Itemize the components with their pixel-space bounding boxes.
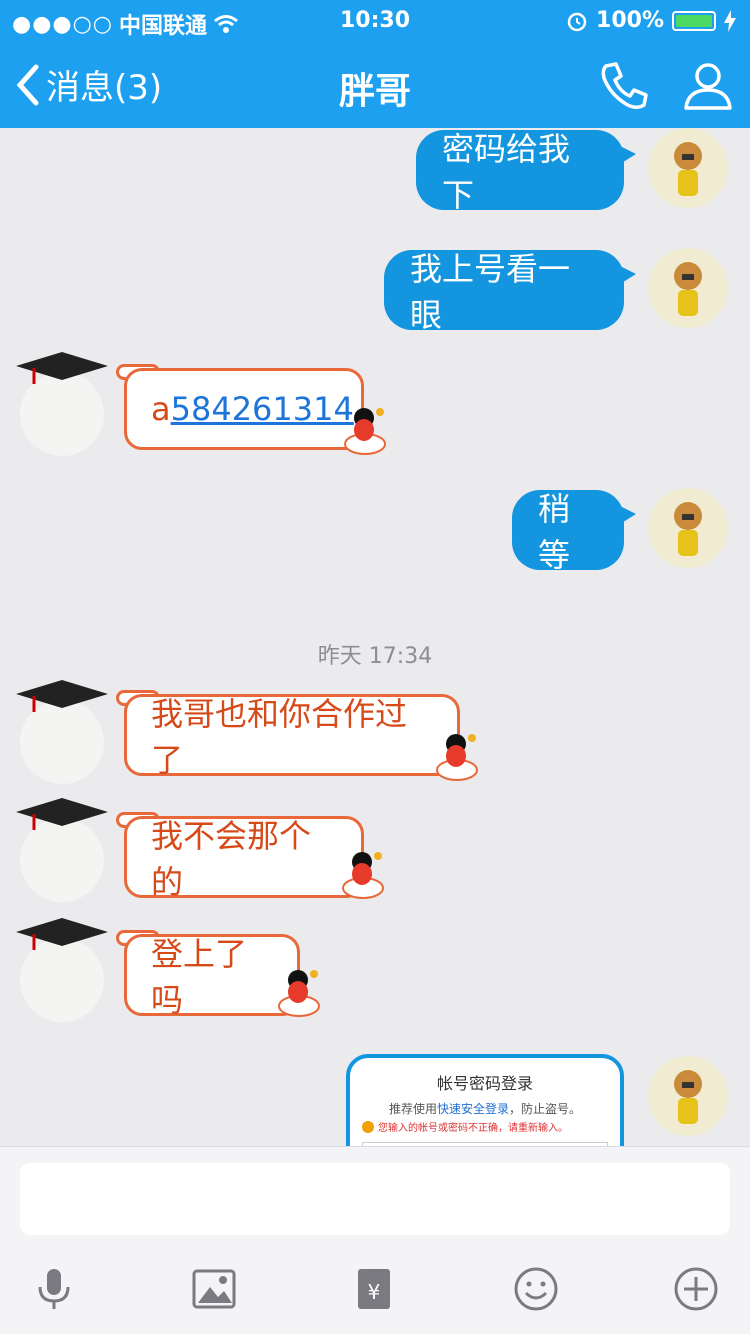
person-icon[interactable] <box>680 58 736 114</box>
message-link[interactable]: 584261314 <box>171 390 354 428</box>
avatar-figure-icon <box>674 502 702 556</box>
status-bar: ●●●○○ 中国联通 10:30 100% <box>0 0 750 42</box>
message-bubble-me[interactable]: 密码给我下 <box>416 130 636 214</box>
card-title: 帐号密码登录 <box>436 1074 533 1093</box>
message-input[interactable] <box>20 1163 730 1235</box>
login-screenshot-card[interactable]: 帐号密码登录 推荐使用快速安全登录，防止盗号。 您输入的帐号或密码不正确，请重新… <box>346 1054 624 1146</box>
penguin-sticker-icon <box>436 734 478 781</box>
message-bubble-me[interactable]: 我上号看一眼 <box>384 250 636 334</box>
input-area: ¥ <box>0 1146 750 1334</box>
phone-icon[interactable] <box>596 58 652 114</box>
image-icon[interactable] <box>190 1265 238 1313</box>
penguin-sticker-icon <box>342 852 384 899</box>
message-text: 稍等 <box>538 490 571 574</box>
penguin-sticker-icon <box>278 970 320 1017</box>
svg-text:¥: ¥ <box>368 1280 381 1304</box>
microphone-icon[interactable] <box>30 1265 78 1313</box>
red-packet-icon[interactable]: ¥ <box>350 1265 398 1313</box>
message-bubble-other[interactable]: a 584261314 <box>124 368 364 450</box>
graduation-cap-icon <box>16 680 108 712</box>
message-text: 我上号看一眼 <box>410 250 571 334</box>
graduation-cap-icon <box>16 352 108 384</box>
message-bubble-other[interactable]: 我不会那个的 <box>124 816 364 901</box>
chat-area[interactable]: 密码给我下 我上号看一眼 a 584261314 稍等 昨天 17:34 我哥也… <box>0 128 750 1146</box>
message-text: 我不会那个的 <box>151 817 312 901</box>
graduation-cap-icon <box>16 918 108 950</box>
graduation-cap-icon <box>16 798 108 830</box>
message-prefix: a <box>151 390 171 428</box>
plus-circle-icon[interactable] <box>672 1265 720 1313</box>
card-warning-text: 您输入的帐号或密码不正确，请重新输入。 <box>378 1123 568 1134</box>
top-bar: ●●●○○ 中国联通 10:30 100% 消息(3) 胖哥 <box>0 0 750 128</box>
avatar-me[interactable] <box>648 1056 728 1136</box>
card-recommend-line: 推荐使用快速安全登录，防止盗号。 <box>362 1100 608 1117</box>
alarm-icon <box>567 12 587 31</box>
warning-icon <box>362 1120 374 1133</box>
battery-percent: 100% <box>596 8 664 33</box>
card-line-link: 快速安全登录 <box>436 1102 509 1116</box>
card-line-prefix: 推荐使用 <box>388 1102 437 1116</box>
card-warning: 您输入的帐号或密码不正确，请重新输入。 <box>362 1119 608 1134</box>
message-bubble-other[interactable]: 登上了吗 <box>124 934 300 1019</box>
penguin-sticker-icon <box>344 408 386 455</box>
avatar-me[interactable] <box>648 488 728 568</box>
message-bubble-me[interactable]: 稍等 <box>512 490 636 574</box>
battery-icon <box>672 10 716 31</box>
nav-bar: 消息(3) 胖哥 <box>0 42 750 128</box>
message-bubble-other[interactable]: 我哥也和你合作过了 <box>124 694 460 779</box>
avatar-me[interactable] <box>648 248 728 328</box>
avatar-figure-icon <box>674 1070 702 1124</box>
avatar-figure-icon <box>674 142 702 196</box>
smiley-icon[interactable] <box>512 1265 560 1313</box>
charging-icon <box>724 9 736 32</box>
avatar-figure-icon <box>674 262 702 316</box>
message-text: 我哥也和你合作过了 <box>151 695 408 779</box>
card-line-suffix: ，防止盗号。 <box>509 1102 582 1116</box>
avatar-me[interactable] <box>648 128 728 208</box>
timestamp: 昨天 17:34 <box>317 644 433 669</box>
message-text: 密码给我下 <box>442 130 571 214</box>
message-text: 登上了吗 <box>151 935 248 1019</box>
